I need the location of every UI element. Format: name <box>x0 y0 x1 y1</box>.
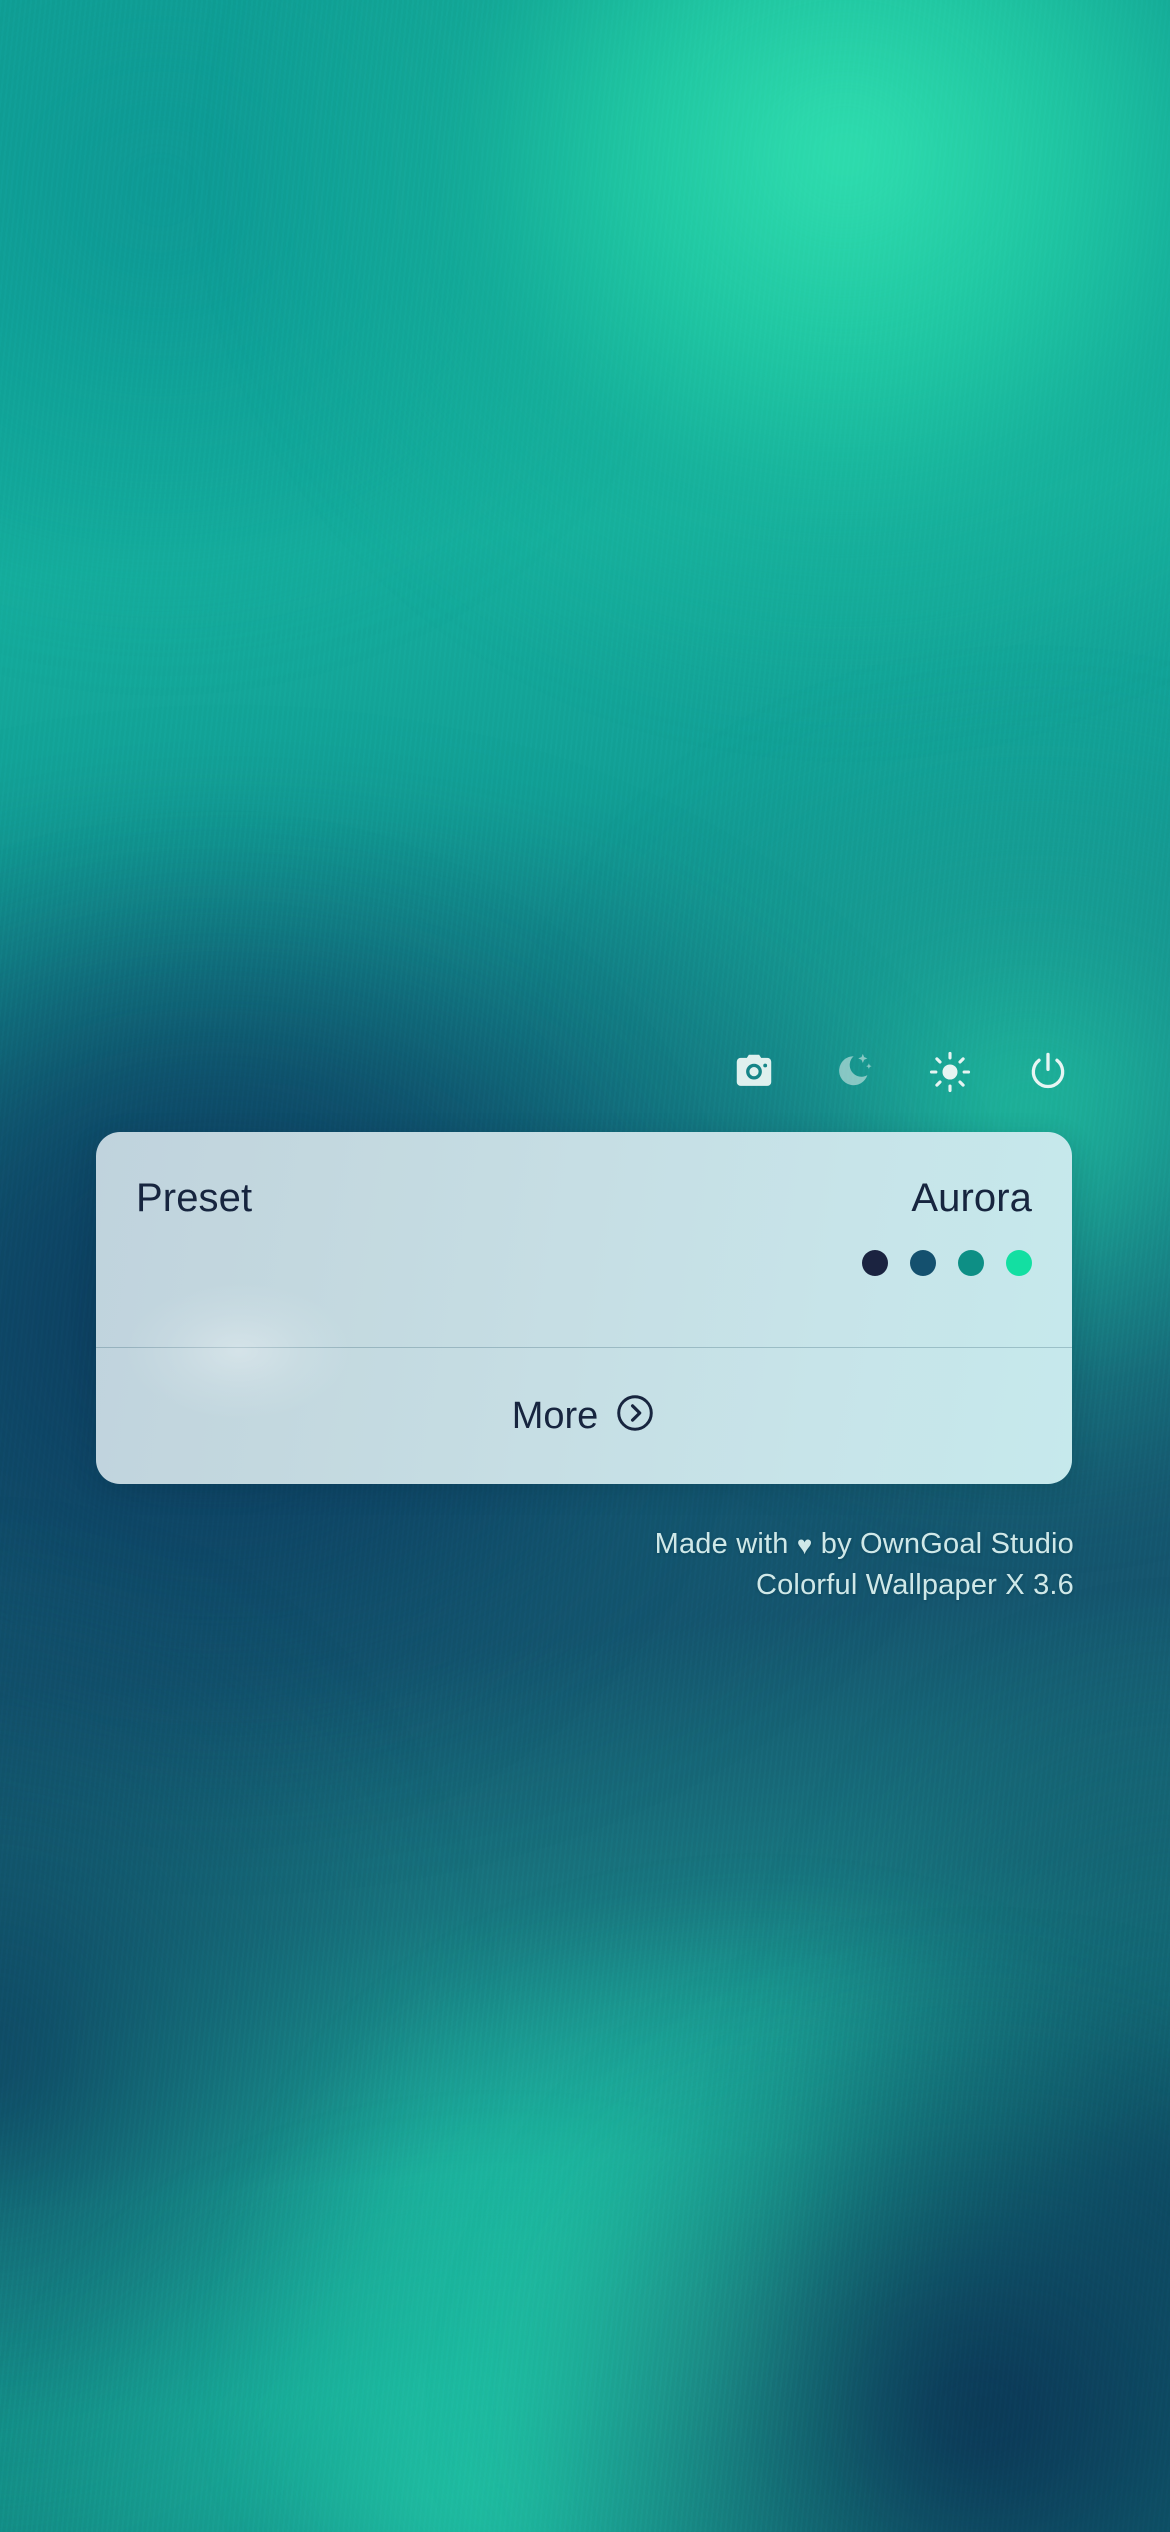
credit-prefix: Made with <box>654 1528 797 1560</box>
preset-card: Preset Aurora More <box>96 1132 1072 1484</box>
swatch-teal[interactable] <box>958 1250 984 1276</box>
night-mode-icon <box>830 1050 874 1094</box>
more-button-label: More <box>511 1394 599 1437</box>
credit-suffix: by OwnGoal Studio <box>812 1528 1074 1560</box>
preset-card-top: Preset Aurora <box>96 1132 1072 1347</box>
night-mode-button[interactable] <box>826 1046 878 1098</box>
preset-value: Aurora <box>911 1176 1032 1220</box>
preset-value-group[interactable]: Aurora <box>862 1178 1032 1276</box>
app-version-line: Colorful Wallpaper X 3.6 <box>755 1569 1074 1602</box>
more-button[interactable]: More <box>96 1347 1072 1484</box>
power-button[interactable] <box>1022 1046 1074 1098</box>
credit-line: Made with ♥ by OwnGoal Studio <box>0 1524 1074 1565</box>
brightness-button[interactable] <box>924 1046 976 1098</box>
heart-icon: ♥ <box>796 1530 813 1560</box>
preset-row: Preset Aurora <box>136 1178 1032 1276</box>
camera-button[interactable] <box>728 1046 780 1098</box>
device-screen: Preset Aurora More Made with ♥ by OwnGoa… <box>0 0 1170 2532</box>
brightness-icon <box>928 1050 972 1094</box>
preset-label: Preset <box>136 1176 253 1220</box>
swatch-blue[interactable] <box>910 1250 936 1276</box>
footer-credit: Made with ♥ by OwnGoal Studio Colorful W… <box>0 1524 1170 1606</box>
preset-swatch-list <box>862 1250 1032 1276</box>
camera-icon <box>732 1050 776 1094</box>
power-icon <box>1026 1050 1070 1094</box>
quick-action-toolbar <box>0 1046 1170 1098</box>
swatch-navy[interactable] <box>862 1250 888 1276</box>
chevron-right-circle-icon <box>614 1392 656 1439</box>
swatch-mint[interactable] <box>1006 1250 1032 1276</box>
